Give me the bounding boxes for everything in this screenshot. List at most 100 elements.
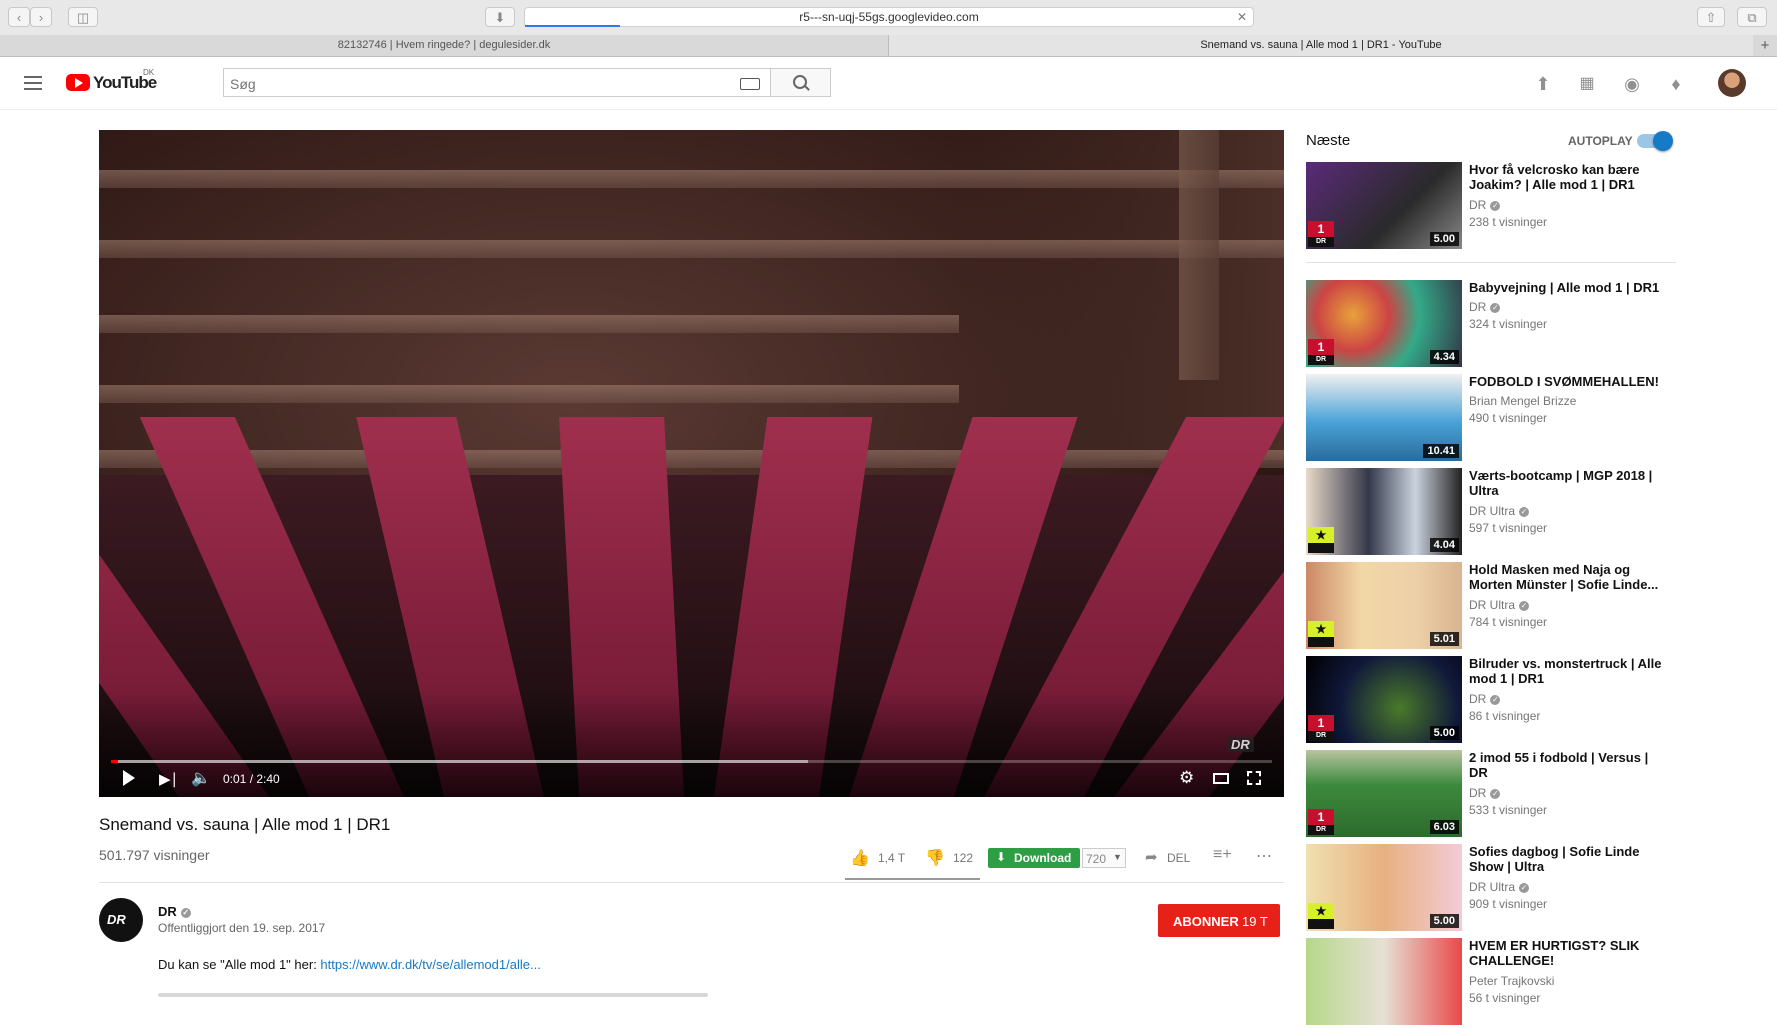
address-bar[interactable]: r5---sn-uqj-55gs.googlevideo.com ✕ <box>524 7 1254 27</box>
play-button[interactable] <box>123 770 135 786</box>
verified-check-icon: ✓ <box>1490 302 1501 313</box>
video-thumbnail[interactable] <box>1306 938 1462 1025</box>
keyboard-icon[interactable] <box>740 78 760 90</box>
video-title: Snemand vs. sauna | Alle mod 1 | DR1 <box>99 815 391 834</box>
back-icon[interactable]: ‹ <box>8 7 30 27</box>
share-icon[interactable]: ⇧ <box>1697 7 1725 27</box>
up-next-item[interactable]: 1 DR 5.00 Bilruder vs. monstertruck | Alle … <box>1306 656 1686 746</box>
video-duration: 4.04 <box>1429 538 1459 552</box>
up-next-item[interactable]: ★ DR 4.04 Værts-bootcamp | MGP 2018 | Ultra… <box>1306 468 1686 558</box>
up-next-label: Næste <box>1306 132 1351 149</box>
like-button[interactable]: 👍 1,4 T <box>850 848 910 868</box>
video-title[interactable]: Hvor få velcrosko kan bære Joakim? | All… <box>1469 162 1669 192</box>
video-title[interactable]: FODBOLD I SVØMMEHALLEN! <box>1469 374 1669 389</box>
video-thumbnail[interactable]: 1 DR 6.03 <box>1306 750 1462 837</box>
download-arrow-icon[interactable]: ⬇ <box>485 7 515 27</box>
channel-badge-icon: ★ DR <box>1308 903 1334 929</box>
video-title[interactable]: Babyvejning | Alle mod 1 | DR1 <box>1469 280 1669 295</box>
video-thumbnail[interactable]: ★ DR 5.01 <box>1306 562 1462 649</box>
more-actions-icon[interactable]: ⋯ <box>1256 846 1273 866</box>
progress-bar[interactable] <box>111 760 1272 763</box>
stop-loading-icon[interactable]: ✕ <box>1237 8 1247 26</box>
view-count: 784 t visninger <box>1469 615 1548 629</box>
video-title[interactable]: 2 imod 55 i fodbold | Versus | DR <box>1469 750 1669 780</box>
up-next-item[interactable]: ★ DR 5.01 Hold Masken med Naja og Morten Mü… <box>1306 562 1686 652</box>
view-count: 56 t visninger <box>1469 991 1541 1005</box>
search-input[interactable] <box>224 69 732 98</box>
verified-check-icon: ✓ <box>1519 882 1530 893</box>
view-count: 597 t visninger <box>1469 521 1548 535</box>
autoplay-toggle[interactable] <box>1637 131 1673 151</box>
video-duration: 5.00 <box>1429 232 1459 246</box>
fullscreen-icon[interactable] <box>1247 771 1261 785</box>
dislike-button[interactable]: 👎 122 <box>925 848 985 868</box>
hamburger-menu-icon[interactable] <box>20 71 46 95</box>
channel-name[interactable]: DR ✓ <box>158 904 191 919</box>
video-title[interactable]: Hold Masken med Naja og Morten Münster |… <box>1469 562 1669 592</box>
subscriber-count: 19 T <box>1242 914 1268 929</box>
view-count: 324 t visninger <box>1469 317 1548 331</box>
video-thumbnail[interactable]: 1 DR 4.34 <box>1306 280 1462 367</box>
tab-degulesider[interactable]: 82132746 | Hvem ringede? | degulesider.d… <box>0 35 889 56</box>
apps-grid-icon[interactable]: ▦ <box>1577 74 1597 94</box>
new-tab-icon[interactable]: + <box>1754 35 1776 56</box>
download-label: Download <box>1014 851 1072 865</box>
forward-icon[interactable]: › <box>30 7 52 27</box>
share-button[interactable]: ➦ DEL <box>1145 848 1195 868</box>
page-load-progress <box>525 25 620 27</box>
verified-check-icon: ✓ <box>180 907 191 918</box>
up-next-item[interactable]: HVEM ER HURTIGST? SLIK CHALLENGE! Peter T… <box>1306 938 1686 1028</box>
channel-avatar[interactable]: DR <box>99 898 143 942</box>
channel-badge-icon: 1 DR <box>1308 339 1334 365</box>
up-next-item[interactable]: 1 DR 5.00 Hvor få velcrosko kan bære Joakim… <box>1306 162 1686 252</box>
video-thumbnail[interactable]: ★ DR 5.00 <box>1306 844 1462 931</box>
video-title[interactable]: Sofies dagbog | Sofie Linde Show | Ultra <box>1469 844 1669 874</box>
tab-youtube[interactable]: Snemand vs. sauna | Alle mod 1 | DR1 - Y… <box>889 35 1753 56</box>
verified-check-icon: ✓ <box>1519 506 1530 517</box>
video-thumbnail[interactable]: 10.41 <box>1306 374 1462 461</box>
messages-icon[interactable]: ◉ <box>1622 74 1642 94</box>
video-player[interactable]: DR ▶∣ 🔈 0:01 / 2:40 ⚙ <box>99 130 1284 797</box>
video-duration: 5.01 <box>1429 632 1459 646</box>
notifications-bell-icon[interactable]: ♦ <box>1666 74 1686 94</box>
search-box[interactable] <box>223 68 771 98</box>
volume-icon[interactable]: 🔈 <box>191 768 211 788</box>
up-next-item[interactable]: 1 DR 4.34 Babyvejning | Alle mod 1 | DR1 DR ✓… <box>1306 280 1686 370</box>
video-duration: 10.41 <box>1423 444 1459 458</box>
subscribe-button[interactable]: ABONNER 19 T <box>1158 904 1280 937</box>
upload-icon[interactable]: ⬆ <box>1533 74 1553 94</box>
account-avatar[interactable] <box>1718 69 1746 97</box>
channel-name: DR ✓ <box>1469 198 1501 212</box>
view-count: 501.797 visninger <box>99 847 210 863</box>
tabs-overview-icon[interactable]: ⧉ <box>1737 7 1767 27</box>
description-link[interactable]: https://www.dr.dk/tv/se/allemod1/alle... <box>320 957 540 972</box>
logo-region: DK <box>143 68 155 77</box>
up-next-item[interactable]: 10.41 FODBOLD I SVØMMEHALLEN! Brian Mengel… <box>1306 374 1686 464</box>
video-title[interactable]: HVEM ER HURTIGST? SLIK CHALLENGE! <box>1469 938 1669 968</box>
video-thumbnail[interactable]: 1 DR 5.00 <box>1306 162 1462 249</box>
next-video-button[interactable]: ▶∣ <box>159 770 178 788</box>
channel-badge-icon: 1 DR <box>1308 221 1334 247</box>
video-title[interactable]: Bilruder vs. monstertruck | Alle mod 1 |… <box>1469 656 1669 686</box>
video-thumbnail[interactable]: 1 DR 5.00 <box>1306 656 1462 743</box>
video-duration: 5.00 <box>1429 914 1459 928</box>
channel-name: Brian Mengel Brizze <box>1469 394 1577 408</box>
share-label: DEL <box>1167 851 1191 865</box>
channel-badge-icon: ★ DR <box>1308 527 1334 553</box>
settings-gear-icon[interactable]: ⚙ <box>1179 768 1194 788</box>
up-next-item[interactable]: 1 DR 6.03 2 imod 55 i fodbold | Versus | DR… <box>1306 750 1686 840</box>
search-button[interactable] <box>771 68 831 97</box>
video-thumbnail[interactable]: ★ DR 4.04 <box>1306 468 1462 555</box>
youtube-header: YouTube DK ⬆ ▦ ◉ ♦ <box>0 57 1777 110</box>
quality-select[interactable]: 720 ▼ <box>1082 848 1126 868</box>
up-next-item[interactable]: ★ DR 5.00 Sofies dagbog | Sofie Linde Show … <box>1306 844 1686 934</box>
sidebar-toggle-icon[interactable]: ◫ <box>68 7 98 27</box>
channel-name: Peter Trajkovski <box>1469 974 1555 988</box>
add-to-playlist-icon[interactable]: ≡+ <box>1213 846 1232 864</box>
channel-name: DR Ultra ✓ <box>1469 598 1530 612</box>
download-button[interactable]: ⬇ Download <box>988 848 1080 868</box>
theater-mode-icon[interactable] <box>1213 773 1229 784</box>
video-duration: 6.03 <box>1429 820 1459 834</box>
tab-label: Snemand vs. sauna | Alle mod 1 | DR1 - Y… <box>1200 39 1442 51</box>
video-title[interactable]: Værts-bootcamp | MGP 2018 | Ultra <box>1469 468 1669 498</box>
